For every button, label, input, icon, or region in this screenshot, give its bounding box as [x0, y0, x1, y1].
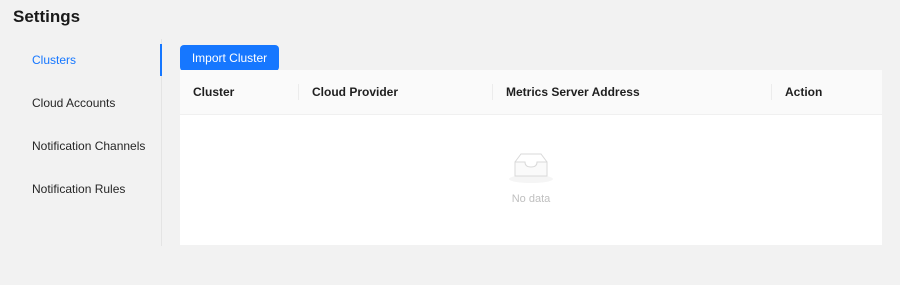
- page-title: Settings: [13, 7, 81, 26]
- column-header-cloud-provider[interactable]: Cloud Provider: [299, 70, 492, 114]
- sidebar-item-notification-rules[interactable]: Notification Rules: [0, 171, 161, 207]
- clusters-table: Cluster Cloud Provider Metrics Server Ad…: [180, 70, 882, 245]
- import-cluster-button[interactable]: Import Cluster: [180, 45, 279, 71]
- sidebar-item-label: Notification Channels: [32, 139, 146, 153]
- sidebar-item-notification-channels[interactable]: Notification Channels: [0, 128, 161, 164]
- empty-inbox-icon: [509, 153, 553, 183]
- sidebar-item-cloud-accounts[interactable]: Cloud Accounts: [0, 85, 161, 121]
- settings-sidebar: Clusters Cloud Accounts Notification Cha…: [0, 39, 162, 246]
- column-header-metrics-server-address[interactable]: Metrics Server Address: [493, 70, 771, 114]
- table-empty-state: No data: [180, 115, 882, 245]
- sidebar-item-clusters[interactable]: Clusters: [0, 42, 162, 78]
- table-header: Cluster Cloud Provider Metrics Server Ad…: [180, 70, 882, 115]
- sidebar-item-label: Clusters: [32, 53, 77, 67]
- empty-text: No data: [511, 193, 551, 205]
- column-header-action[interactable]: Action: [772, 70, 882, 114]
- column-header-cluster[interactable]: Cluster: [180, 70, 298, 114]
- sidebar-item-label: Cloud Accounts: [32, 96, 116, 110]
- sidebar-item-label: Notification Rules: [32, 182, 126, 196]
